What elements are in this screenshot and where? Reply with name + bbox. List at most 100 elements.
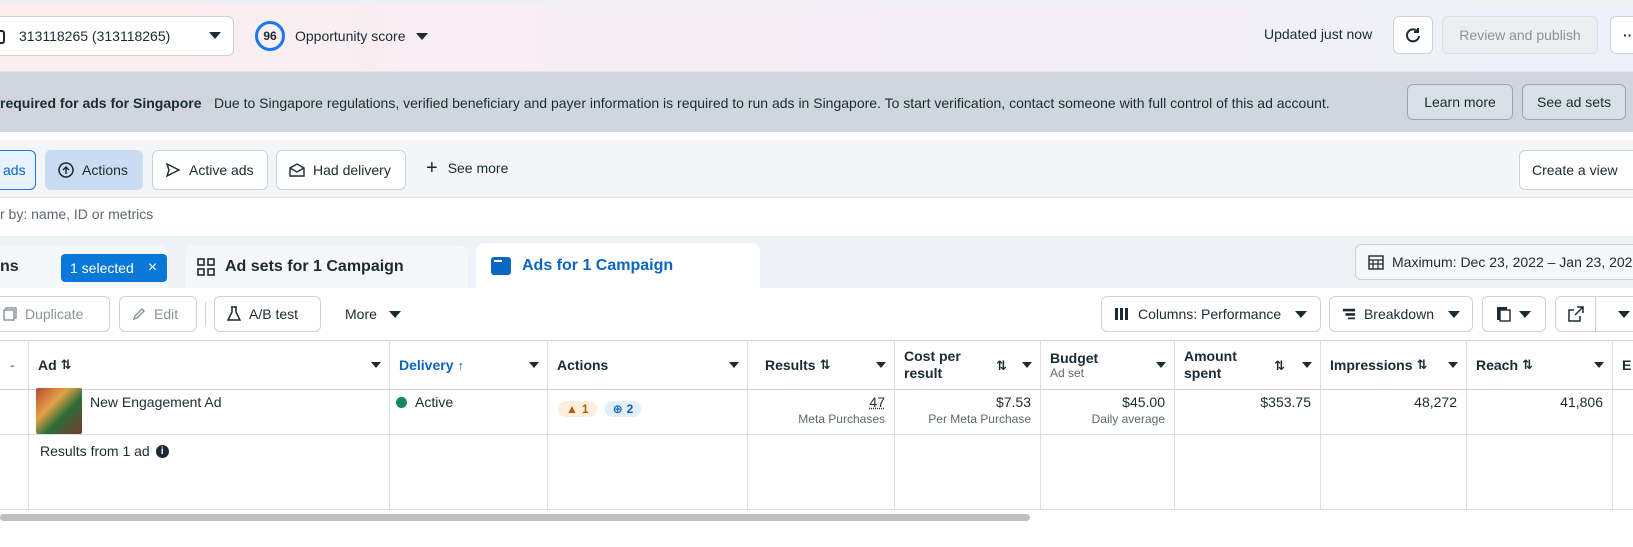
sort-up-icon: ↑ [457,357,464,373]
export-icon-wrap [1556,297,1596,331]
header-impressions[interactable]: Impressions ⇅ [1320,340,1466,390]
info-icon[interactable]: i [155,444,169,458]
sort-icon: ⇅ [996,357,1007,373]
results-value[interactable]: 47 [869,394,885,410]
actions-badges[interactable]: ▲ 1 ⊕ 2 [558,401,642,417]
banner-message: Due to Singapore regulations, verified b… [214,95,1330,111]
tab-ads[interactable]: Ads for 1 Campaign [476,243,760,288]
chevron-down-icon[interactable] [1302,362,1312,368]
ab-test-label: A/B test [249,306,299,322]
reports-dropdown[interactable] [1482,296,1546,332]
tab-ad-sets[interactable]: Ad sets for 1 Campaign [185,246,468,288]
chevron-down-icon[interactable] [729,362,739,368]
results-sub: Meta Purchases [798,412,885,426]
chevron-down-icon [1295,310,1308,318]
see-more-label: See more [447,160,509,176]
ab-test-button[interactable]: A/B test [214,296,321,332]
date-range-picker[interactable]: Maximum: Dec 23, 2022 – Jan 23, 202 [1355,244,1633,280]
cost-value: $7.53 [995,394,1031,410]
edit-button[interactable]: Edit [119,296,197,332]
header-delivery-label: Delivery [399,357,454,373]
header-results-label: Results [765,357,816,373]
col-divider [1320,340,1321,510]
see-ad-sets-button[interactable]: See ad sets [1522,84,1626,120]
impressions-cell: 48,272 [1414,394,1457,410]
col-divider [28,340,29,510]
budget-sub: Daily average [1091,412,1165,426]
breakdown-label: Breakdown [1363,306,1434,322]
chevron-down-icon [1448,310,1460,318]
ad-sets-icon [197,258,215,276]
chevron-down-icon[interactable] [529,362,539,368]
header-amount-spent[interactable]: Amount spent ⇅ [1174,340,1320,390]
chevron-down-icon [415,32,428,40]
cost-cell: $7.53 Per Meta Purchase [894,394,1031,426]
learn-more-button[interactable]: Learn more [1407,84,1513,120]
account-selector-label: 313118265 (313118265) [19,28,171,44]
ad-name[interactable]: New Engagement Ad [90,394,222,410]
actions-badge[interactable]: ⊕ 2 [604,401,642,417]
warning-badge[interactable]: ▲ 1 [558,401,597,417]
close-icon[interactable]: × [148,259,157,277]
header-actions[interactable]: Actions [547,340,747,390]
duplicate-button[interactable]: Duplicate [0,296,110,332]
chevron-down-icon[interactable] [1022,362,1032,368]
account-selector[interactable]: 313118265 (313118265) [0,16,234,56]
see-more-button[interactable]: + See more [426,158,509,178]
delivery-status: Active [396,394,453,410]
more-icon: ··· [1623,27,1633,43]
banner-title: required for ads for Singapore [0,95,202,111]
amount-spent-cell: $353.75 [1260,394,1311,410]
filter-chip-ads[interactable]: ads [0,150,36,190]
selected-badge[interactable]: 1 selected × [61,254,167,282]
export-button[interactable] [1555,296,1633,332]
filter-chip-had-delivery[interactable]: Had delivery [276,150,406,190]
chevron-down-icon[interactable] [371,362,381,368]
search-input[interactable]: r by: name, ID or metrics [0,206,153,222]
horizontal-scrollbar[interactable] [0,514,1030,521]
header-ad[interactable]: Ad ⇅ [28,340,389,390]
duplicate-icon [3,307,17,321]
selected-badge-label: 1 selected [70,260,134,276]
chevron-down-icon[interactable] [1448,362,1458,368]
columns-dropdown[interactable]: Columns: Performance [1101,296,1321,332]
filter-chip-active-ads[interactable]: Active ads [152,150,268,190]
chevron-down-icon[interactable] [1594,362,1604,368]
filter-chip-label: ads [3,162,26,178]
review-publish-button[interactable]: Review and publish [1442,16,1598,54]
more-options-button[interactable]: ··· [1610,16,1633,54]
updated-status: Updated just now [1264,26,1373,42]
opportunity-score-text: Opportunity score [295,28,406,44]
header-delivery[interactable]: Delivery ↑ [389,340,547,390]
header-cost-per-result[interactable]: Cost per result ⇅ [894,340,1040,390]
header-checkbox-col: - [10,357,15,373]
sort-icon: ⇅ [1274,357,1285,373]
create-view-button[interactable]: Create a view [1519,150,1633,190]
filter-chip-label: Actions [82,162,128,178]
opportunity-score-badge[interactable]: 96 [255,21,285,51]
send-icon [165,162,181,178]
more-dropdown[interactable]: More [345,306,401,322]
chevron-down-icon[interactable] [1156,362,1166,368]
refresh-icon [1406,28,1420,43]
header-extra[interactable]: E [1612,340,1633,390]
chevron-down-icon[interactable] [876,362,886,368]
ad-thumbnail[interactable] [36,388,82,434]
filter-chip-actions[interactable]: Actions [45,150,143,190]
budget-value[interactable]: $45.00 [1122,394,1165,410]
header-budget[interactable]: Budget Ad set [1040,340,1174,390]
flask-icon [227,306,241,321]
header-budget-label: Budget [1050,350,1099,366]
chevron-down-icon[interactable] [1618,310,1630,318]
tab-ad-sets-label: Ad sets for 1 Campaign [225,258,404,275]
opportunity-score-label[interactable]: Opportunity score [295,28,428,44]
chevron-down-icon [209,32,221,39]
header-reach[interactable]: Reach ⇅ [1466,340,1612,390]
breakdown-dropdown[interactable]: Breakdown [1329,296,1473,332]
refresh-button[interactable] [1393,16,1433,54]
more-label: More [345,306,377,322]
columns-label: Columns: Performance [1138,306,1282,322]
breakdown-icon [1342,308,1356,320]
header-results[interactable]: Results ⇅ [747,340,894,390]
header-cost-label: Cost per result [904,348,961,381]
